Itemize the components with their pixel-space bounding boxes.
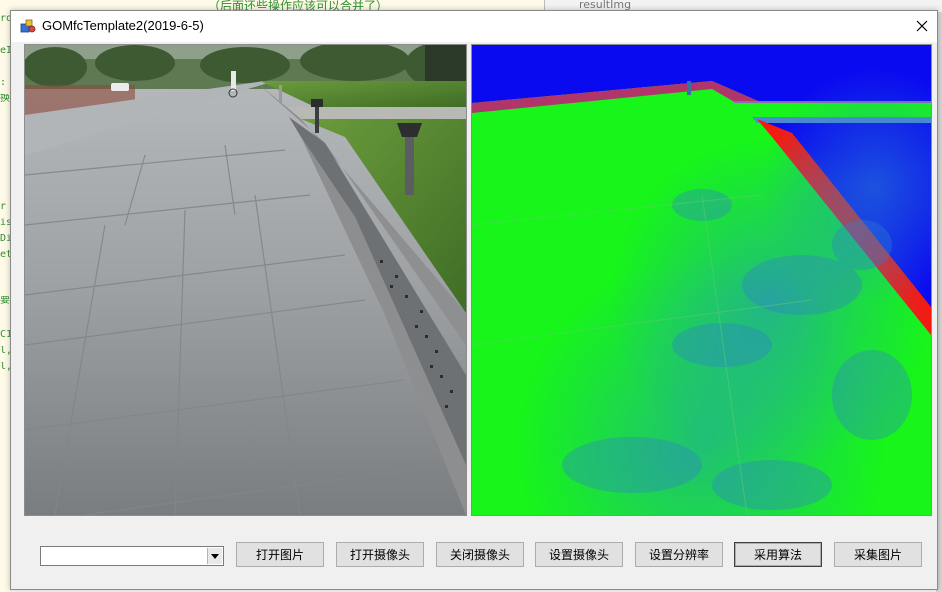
close-button[interactable] (907, 11, 937, 42)
chevron-down-icon (211, 553, 219, 559)
algorithm-combobox[interactable] (40, 546, 224, 566)
segmentation-result-image (472, 45, 931, 515)
close-icon (916, 17, 928, 36)
title-bar[interactable]: GOMfcTemplate2(2019-6-5) (11, 11, 937, 42)
app-window: GOMfcTemplate2(2019-6-5) 打开图片 打开摄像头 关闭摄像… (10, 10, 938, 590)
open-image-button[interactable]: 打开图片 (236, 542, 324, 567)
dropdown-button[interactable] (207, 548, 222, 564)
result-image-pane (471, 44, 932, 516)
camera-frame-image (25, 45, 466, 515)
capture-image-button[interactable]: 采集图片 (834, 542, 922, 567)
source-image-pane (24, 44, 467, 516)
window-title: GOMfcTemplate2(2019-6-5) (42, 18, 204, 33)
resolution-settings-button[interactable]: 设置分辨率 (635, 542, 723, 567)
mfc-app-icon (20, 18, 36, 34)
client-area: 打开图片 打开摄像头 关闭摄像头 设置摄像头 设置分辨率 采用算法 采集图片 (11, 42, 937, 589)
apply-algorithm-button[interactable]: 采用算法 (734, 542, 822, 567)
close-camera-button[interactable]: 关闭摄像头 (436, 542, 524, 567)
open-camera-button[interactable]: 打开摄像头 (336, 542, 424, 567)
camera-settings-button[interactable]: 设置摄像头 (535, 542, 623, 567)
